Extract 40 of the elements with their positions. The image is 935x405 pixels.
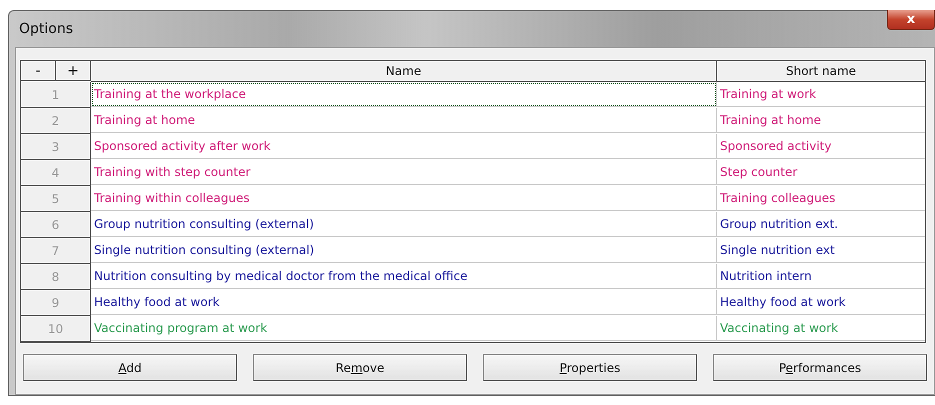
table-cell[interactable]: Step counter	[717, 160, 925, 185]
table-cell[interactable]: Group nutrition consulting (external)	[91, 212, 717, 237]
table-cell[interactable]: Training at the workplace	[91, 82, 717, 107]
row-number: 2	[21, 108, 91, 134]
dialog-button[interactable]: Performances	[713, 354, 927, 381]
table-cell[interactable]: Single nutrition consulting (external)	[91, 238, 717, 263]
table-cell[interactable]: Training at home	[91, 108, 717, 133]
row-number: 3	[21, 134, 91, 160]
table-cell[interactable]: Sponsored activity after work	[91, 134, 717, 159]
row-number: 1	[21, 82, 91, 108]
row-number: 7	[21, 238, 91, 264]
column-header: Name	[91, 61, 717, 82]
table-cell[interactable]: Training with step counter	[91, 160, 717, 185]
table-cell[interactable]: Training within colleagues	[91, 186, 717, 211]
table-cell[interactable]: Single nutrition ext	[717, 238, 925, 263]
row-number: 4	[21, 160, 91, 186]
table-cell[interactable]: Group nutrition ext.	[717, 212, 925, 237]
row-count-button[interactable]: -	[21, 61, 56, 81]
row-number: 5	[21, 186, 91, 212]
table-cell[interactable]: Vaccinating program at work	[91, 316, 717, 341]
dialog-button[interactable]: Add	[23, 354, 237, 381]
close-button[interactable]: x	[887, 10, 935, 30]
table-cell[interactable]: Training at home	[717, 108, 925, 133]
table-cell[interactable]: Sponsored activity	[717, 134, 925, 159]
row-number: 8	[21, 264, 91, 290]
table-cell[interactable]: Training colleagues	[717, 186, 925, 211]
dialog-button[interactable]: Remove	[253, 354, 467, 381]
column-header: Short name	[717, 61, 925, 82]
row-count-button[interactable]: +	[56, 61, 91, 81]
table-cell[interactable]: Vaccinating at work	[717, 316, 925, 341]
table-cell[interactable]: Training at work	[717, 82, 925, 107]
row-number: 10	[21, 316, 91, 342]
row-number: 9	[21, 290, 91, 316]
table-cell[interactable]: Nutrition intern	[717, 264, 925, 289]
table-cell[interactable]: Healthy food at work	[91, 290, 717, 315]
row-number: 6	[21, 212, 91, 238]
table-cell[interactable]: Healthy food at work	[717, 290, 925, 315]
window-title: Options	[19, 21, 74, 37]
dialog-button[interactable]: Properties	[483, 354, 697, 381]
table-cell[interactable]: Nutrition consulting by medical doctor from the medical office	[91, 264, 717, 289]
